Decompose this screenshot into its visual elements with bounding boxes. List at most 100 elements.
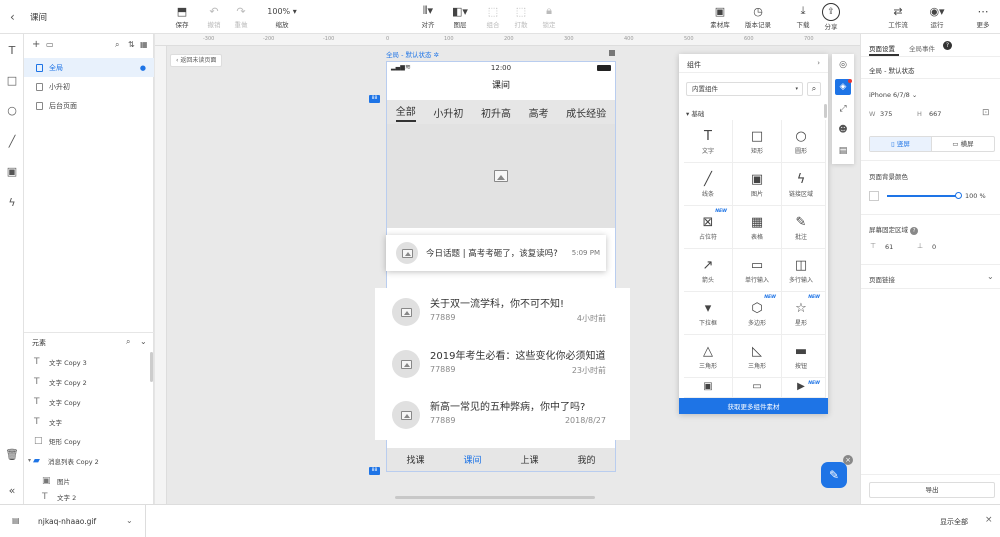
guide-marker[interactable]: 88 xyxy=(369,95,380,103)
opacity-slider-knob[interactable] xyxy=(955,192,962,199)
page-item-xiaoshengchu[interactable]: 小升初 xyxy=(24,77,154,96)
element-item[interactable]: T 文字 Copy 2 xyxy=(24,372,154,391)
back-arrow-icon[interactable]: ‹ xyxy=(10,10,15,24)
widget-single-input[interactable]: ▭ 单行输入 xyxy=(733,249,782,292)
guide-marker[interactable]: 88 xyxy=(369,467,380,475)
redo-button[interactable]: ↷ 重做 xyxy=(223,3,259,30)
run-button[interactable]: ◉▾ 运行 xyxy=(919,3,955,30)
close-icon[interactable]: × xyxy=(985,515,993,525)
lock-button[interactable]: 🔒︎ 锁定 xyxy=(531,3,567,29)
element-item[interactable]: ▣ 图片 xyxy=(24,471,154,490)
page-item-global[interactable]: 全局 ● xyxy=(24,58,154,77)
widget-text[interactable]: T 文字 xyxy=(684,120,733,163)
chevron-right-icon[interactable]: › xyxy=(817,59,820,67)
fixed-top-field[interactable]: 61 xyxy=(885,243,893,251)
nav-kejian[interactable]: 课间 xyxy=(463,453,481,466)
close-icon[interactable]: × xyxy=(843,455,853,465)
folder-icon[interactable]: ▭ xyxy=(46,40,54,49)
widget-more-3[interactable]: NEW ▶ xyxy=(777,378,826,398)
width-field[interactable]: 375 xyxy=(880,110,892,118)
link-tool-icon[interactable]: ϟ xyxy=(4,194,20,210)
text-tool-icon[interactable]: T xyxy=(4,42,20,58)
tab-xiaoshengchu[interactable]: 小升初 xyxy=(433,105,463,120)
layer-button[interactable]: ◧▾ 图层 xyxy=(442,3,478,30)
widget-right-triangle[interactable]: ◺ 三角形 xyxy=(733,335,782,378)
element-item[interactable]: T 文字 Copy xyxy=(24,392,154,411)
banner-image[interactable] xyxy=(387,124,615,228)
sort-icon[interactable]: ⇅ xyxy=(128,40,135,49)
bg-color-swatch[interactable] xyxy=(869,191,879,201)
trash-icon[interactable]: 🗑︎ xyxy=(4,446,20,462)
element-item[interactable]: □ 矩形 Copy xyxy=(24,431,154,450)
widget-section-header[interactable]: ▾ 基础 xyxy=(686,108,704,118)
grid-icon[interactable]: ▦ xyxy=(140,40,148,49)
widget-table[interactable]: ▦ 表格 xyxy=(733,206,782,249)
portrait-option[interactable]: ▯ 竖屏 xyxy=(870,137,932,151)
add-page-icon[interactable]: + xyxy=(32,39,40,50)
elements-search-icon[interactable]: ⌕ xyxy=(126,337,130,347)
fixed-bottom-field[interactable]: 0 xyxy=(932,243,936,251)
widget-arrow[interactable]: ↗ 箭头 xyxy=(684,249,733,292)
circle-tool-icon[interactable]: ○ xyxy=(4,102,20,118)
widget-rectangle[interactable]: □ 矩形 xyxy=(733,120,782,163)
widget-scrollbar[interactable] xyxy=(824,104,827,118)
save-button[interactable]: ⬒ 保存 xyxy=(164,3,200,30)
frame-handle[interactable] xyxy=(609,50,615,56)
element-item[interactable]: T 文字 xyxy=(24,412,154,431)
widget-annotation[interactable]: ✎ 批注 xyxy=(777,206,826,249)
table-icon[interactable]: ▤ xyxy=(835,143,851,159)
tab-growth[interactable]: 成长经验 xyxy=(566,105,606,120)
expand-icon[interactable]: ⤢ xyxy=(835,101,851,117)
element-item[interactable]: T 文字 Copy 3 xyxy=(24,352,154,371)
opacity-slider[interactable] xyxy=(887,192,962,199)
opacity-value[interactable]: 100 % xyxy=(965,192,986,200)
widget-more-1[interactable]: ▣ xyxy=(684,378,733,398)
tab-all[interactable]: 全部 xyxy=(395,103,416,122)
canvas-horizontal-scrollbar[interactable] xyxy=(395,496,595,499)
element-group-item[interactable]: ▾ ▰ 消息列表 Copy 2 xyxy=(24,451,154,470)
widget-more-2[interactable]: ▭ xyxy=(733,378,782,398)
widget-search-icon[interactable]: ⌕ xyxy=(807,82,821,96)
help-icon[interactable]: ? xyxy=(943,41,952,50)
list-item[interactable]: 2019年考生必看：这些变化你必须知道 77889 23小时前 xyxy=(392,341,614,389)
list-item[interactable]: 新高一常见的五种弊病，你中了吗? 77889 2018/8/27 xyxy=(392,392,614,440)
widget-line[interactable]: ╱ 线条 xyxy=(684,163,733,206)
widget-star[interactable]: NEW ☆ 星形 xyxy=(777,292,826,335)
height-field[interactable]: 667 xyxy=(929,110,941,118)
chevron-down-icon[interactable]: ⌄ xyxy=(987,272,994,281)
widget-triangle[interactable]: △ 三角形 xyxy=(684,335,733,378)
chevron-down-icon[interactable]: ⌄ xyxy=(140,337,147,346)
page-link-label[interactable]: 页面链接 xyxy=(869,274,895,284)
align-button[interactable]: ⫴▾ 对齐 xyxy=(410,3,446,29)
widget-polygon[interactable]: NEW ⬡ 多边形 xyxy=(733,292,782,335)
list-item[interactable]: 关于双一流学科，你不可不知! 77889 4小时前 xyxy=(392,289,614,337)
share-button[interactable]: ⇪ 分享 xyxy=(813,3,849,31)
export-button[interactable]: 导出 xyxy=(869,482,995,498)
document-title[interactable]: 课间 xyxy=(30,11,47,23)
tab-page-settings[interactable]: 页面设置 xyxy=(869,43,895,53)
image-tool-icon[interactable]: ▣ xyxy=(4,163,20,179)
lock-icon[interactable]: ⊡ xyxy=(982,108,990,118)
back-to-unread-button[interactable]: ‹ 返回未读页面 xyxy=(170,54,223,67)
nav-class[interactable]: 上课 xyxy=(520,453,538,466)
assets-button[interactable]: ▣ 素材库 xyxy=(702,3,738,30)
page-item-backend[interactable]: 后台页面 xyxy=(24,96,154,115)
chevron-down-icon[interactable]: ⌄ xyxy=(126,516,133,525)
help-chat-button[interactable]: ✎ xyxy=(821,462,847,488)
help-icon[interactable]: ? xyxy=(910,227,919,235)
widget-image[interactable]: ▣ 图片 xyxy=(733,163,782,206)
widget-link-area[interactable]: ϟ 链接区域 xyxy=(777,163,826,206)
rectangle-tool-icon[interactable]: □ xyxy=(4,72,20,88)
zoom-control[interactable]: 100% ▾ 缩放 xyxy=(262,3,302,30)
more-button[interactable]: ⋯ 更多 xyxy=(968,3,998,30)
widget-source-select[interactable]: 内置组件 ▾ xyxy=(686,82,803,96)
nav-find-course[interactable]: 找课 xyxy=(406,453,424,466)
widget-placeholder[interactable]: NEW ⊠ 占位符 xyxy=(684,206,733,249)
widget-button[interactable]: ▬ 按钮 xyxy=(777,335,826,378)
tab-chushenggao[interactable]: 初升高 xyxy=(481,105,511,120)
tab-global-events[interactable]: 全局事件 xyxy=(909,43,935,53)
download-file-name[interactable]: njkaq-nhaao.gif xyxy=(38,517,96,526)
landscape-option[interactable]: ▭ 横屏 xyxy=(932,137,994,151)
widget-dropdown[interactable]: ▾ 下拉框 xyxy=(684,292,733,335)
topic-card[interactable]: 今日话题 | 高考考砸了，该复读吗? 5:09 PM xyxy=(386,235,606,271)
